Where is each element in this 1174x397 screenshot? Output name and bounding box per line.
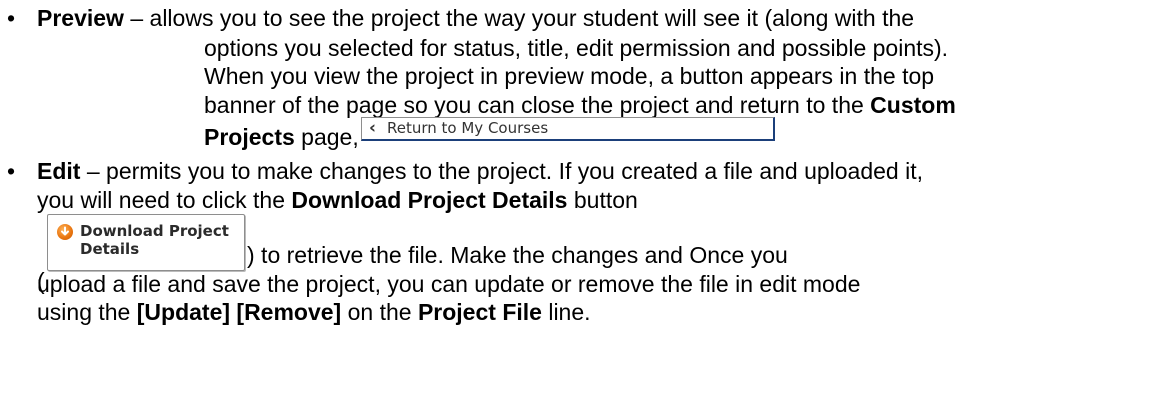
- preview-term: Preview: [37, 5, 124, 31]
- edit-line-4: upload a file and save the project, you …: [37, 271, 861, 297]
- edit-line-5: using the [Update] [Remove] on the Proje…: [37, 299, 591, 325]
- preview-line-2: options you selected for status, title, …: [204, 35, 949, 61]
- edit-term: Edit: [37, 158, 81, 184]
- edit-line-3: ) to retrieve the file. Make the changes…: [247, 242, 788, 268]
- bullet-edit: •: [7, 158, 16, 184]
- preview-line-1: Preview – allows you to see the project …: [37, 5, 915, 31]
- preview-line-4: banner of the page so you can close the …: [204, 92, 956, 118]
- return-to-my-courses-button[interactable]: ‹ Return to My Courses: [361, 117, 775, 141]
- edit-line-1: Edit – permits you to make changes to th…: [37, 158, 924, 184]
- bullet-preview: •: [7, 5, 16, 31]
- chevron-left-icon: ‹: [369, 118, 377, 138]
- preview-line-3: When you view the project in preview mod…: [204, 63, 935, 89]
- download-icon: [57, 224, 73, 240]
- preview-line-5: Projects page,: [204, 124, 359, 150]
- edit-line-2: you will need to click the Download Proj…: [37, 187, 638, 213]
- download-project-details-button[interactable]: Download Project Details: [47, 214, 245, 271]
